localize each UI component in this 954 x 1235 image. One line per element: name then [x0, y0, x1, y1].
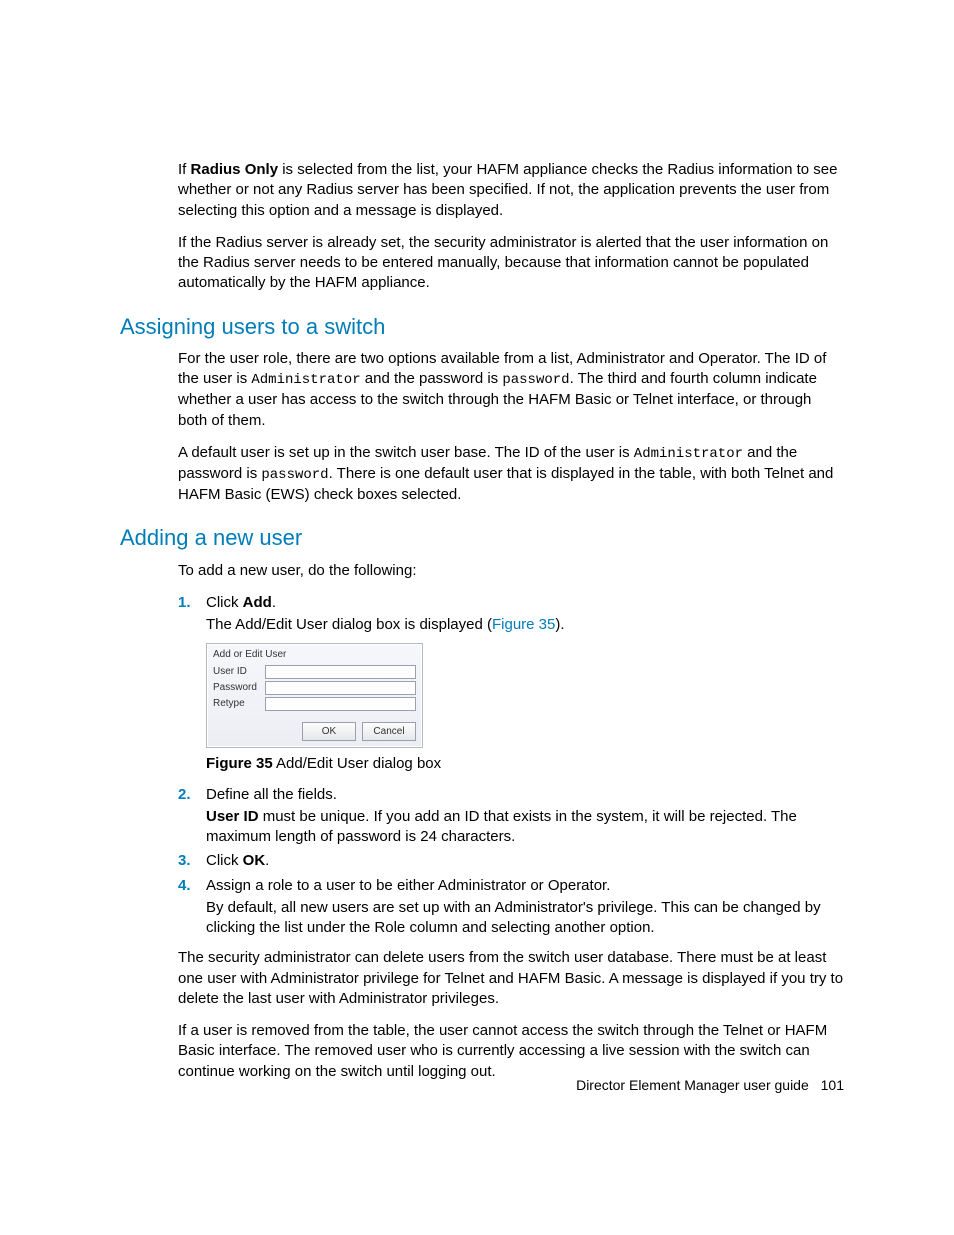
- dialog-title: Add or Edit User: [207, 644, 422, 664]
- heading-assigning-users: Assigning users to a switch: [120, 312, 844, 342]
- paragraph-radius-only: If Radius Only is selected from the list…: [178, 160, 844, 221]
- heading-adding-user: Adding a new user: [120, 523, 844, 553]
- label-retype: Retype: [213, 697, 265, 711]
- paragraph-add-intro: To add a new user, do the following:: [178, 561, 844, 581]
- page-number: 101: [821, 1077, 844, 1093]
- cancel-button[interactable]: Cancel: [362, 722, 416, 742]
- user-id-input[interactable]: [265, 665, 416, 679]
- step-1: 1. Click Add. The Add/Edit User dialog b…: [178, 593, 844, 775]
- password-input[interactable]: [265, 681, 416, 695]
- link-figure-35[interactable]: Figure 35: [492, 616, 555, 633]
- step-2: 2. Define all the fields. User ID must b…: [178, 785, 844, 848]
- ordered-steps: 1. Click Add. The Add/Edit User dialog b…: [178, 593, 844, 939]
- paragraph-removed-user: If a user is removed from the table, the…: [178, 1021, 844, 1082]
- paragraph-assign-2: A default user is set up in the switch u…: [178, 443, 844, 505]
- ok-button[interactable]: OK: [302, 722, 356, 742]
- label-user-id: User ID: [213, 665, 265, 679]
- add-edit-user-dialog: Add or Edit User User ID Password Retype: [206, 643, 423, 748]
- retype-input[interactable]: [265, 697, 416, 711]
- paragraph-delete-users: The security administrator can delete us…: [178, 948, 844, 1009]
- page-footer: Director Element Manager user guide 101: [576, 1076, 844, 1095]
- step-3: 3. Click OK.: [178, 851, 844, 871]
- paragraph-radius-set: If the Radius server is already set, the…: [178, 233, 844, 294]
- label-password: Password: [213, 681, 265, 695]
- figure-35-caption: Figure 35 Add/Edit User dialog box: [206, 754, 844, 774]
- step-4: 4. Assign a role to a user to be either …: [178, 876, 844, 939]
- paragraph-assign-1: For the user role, there are two options…: [178, 349, 844, 431]
